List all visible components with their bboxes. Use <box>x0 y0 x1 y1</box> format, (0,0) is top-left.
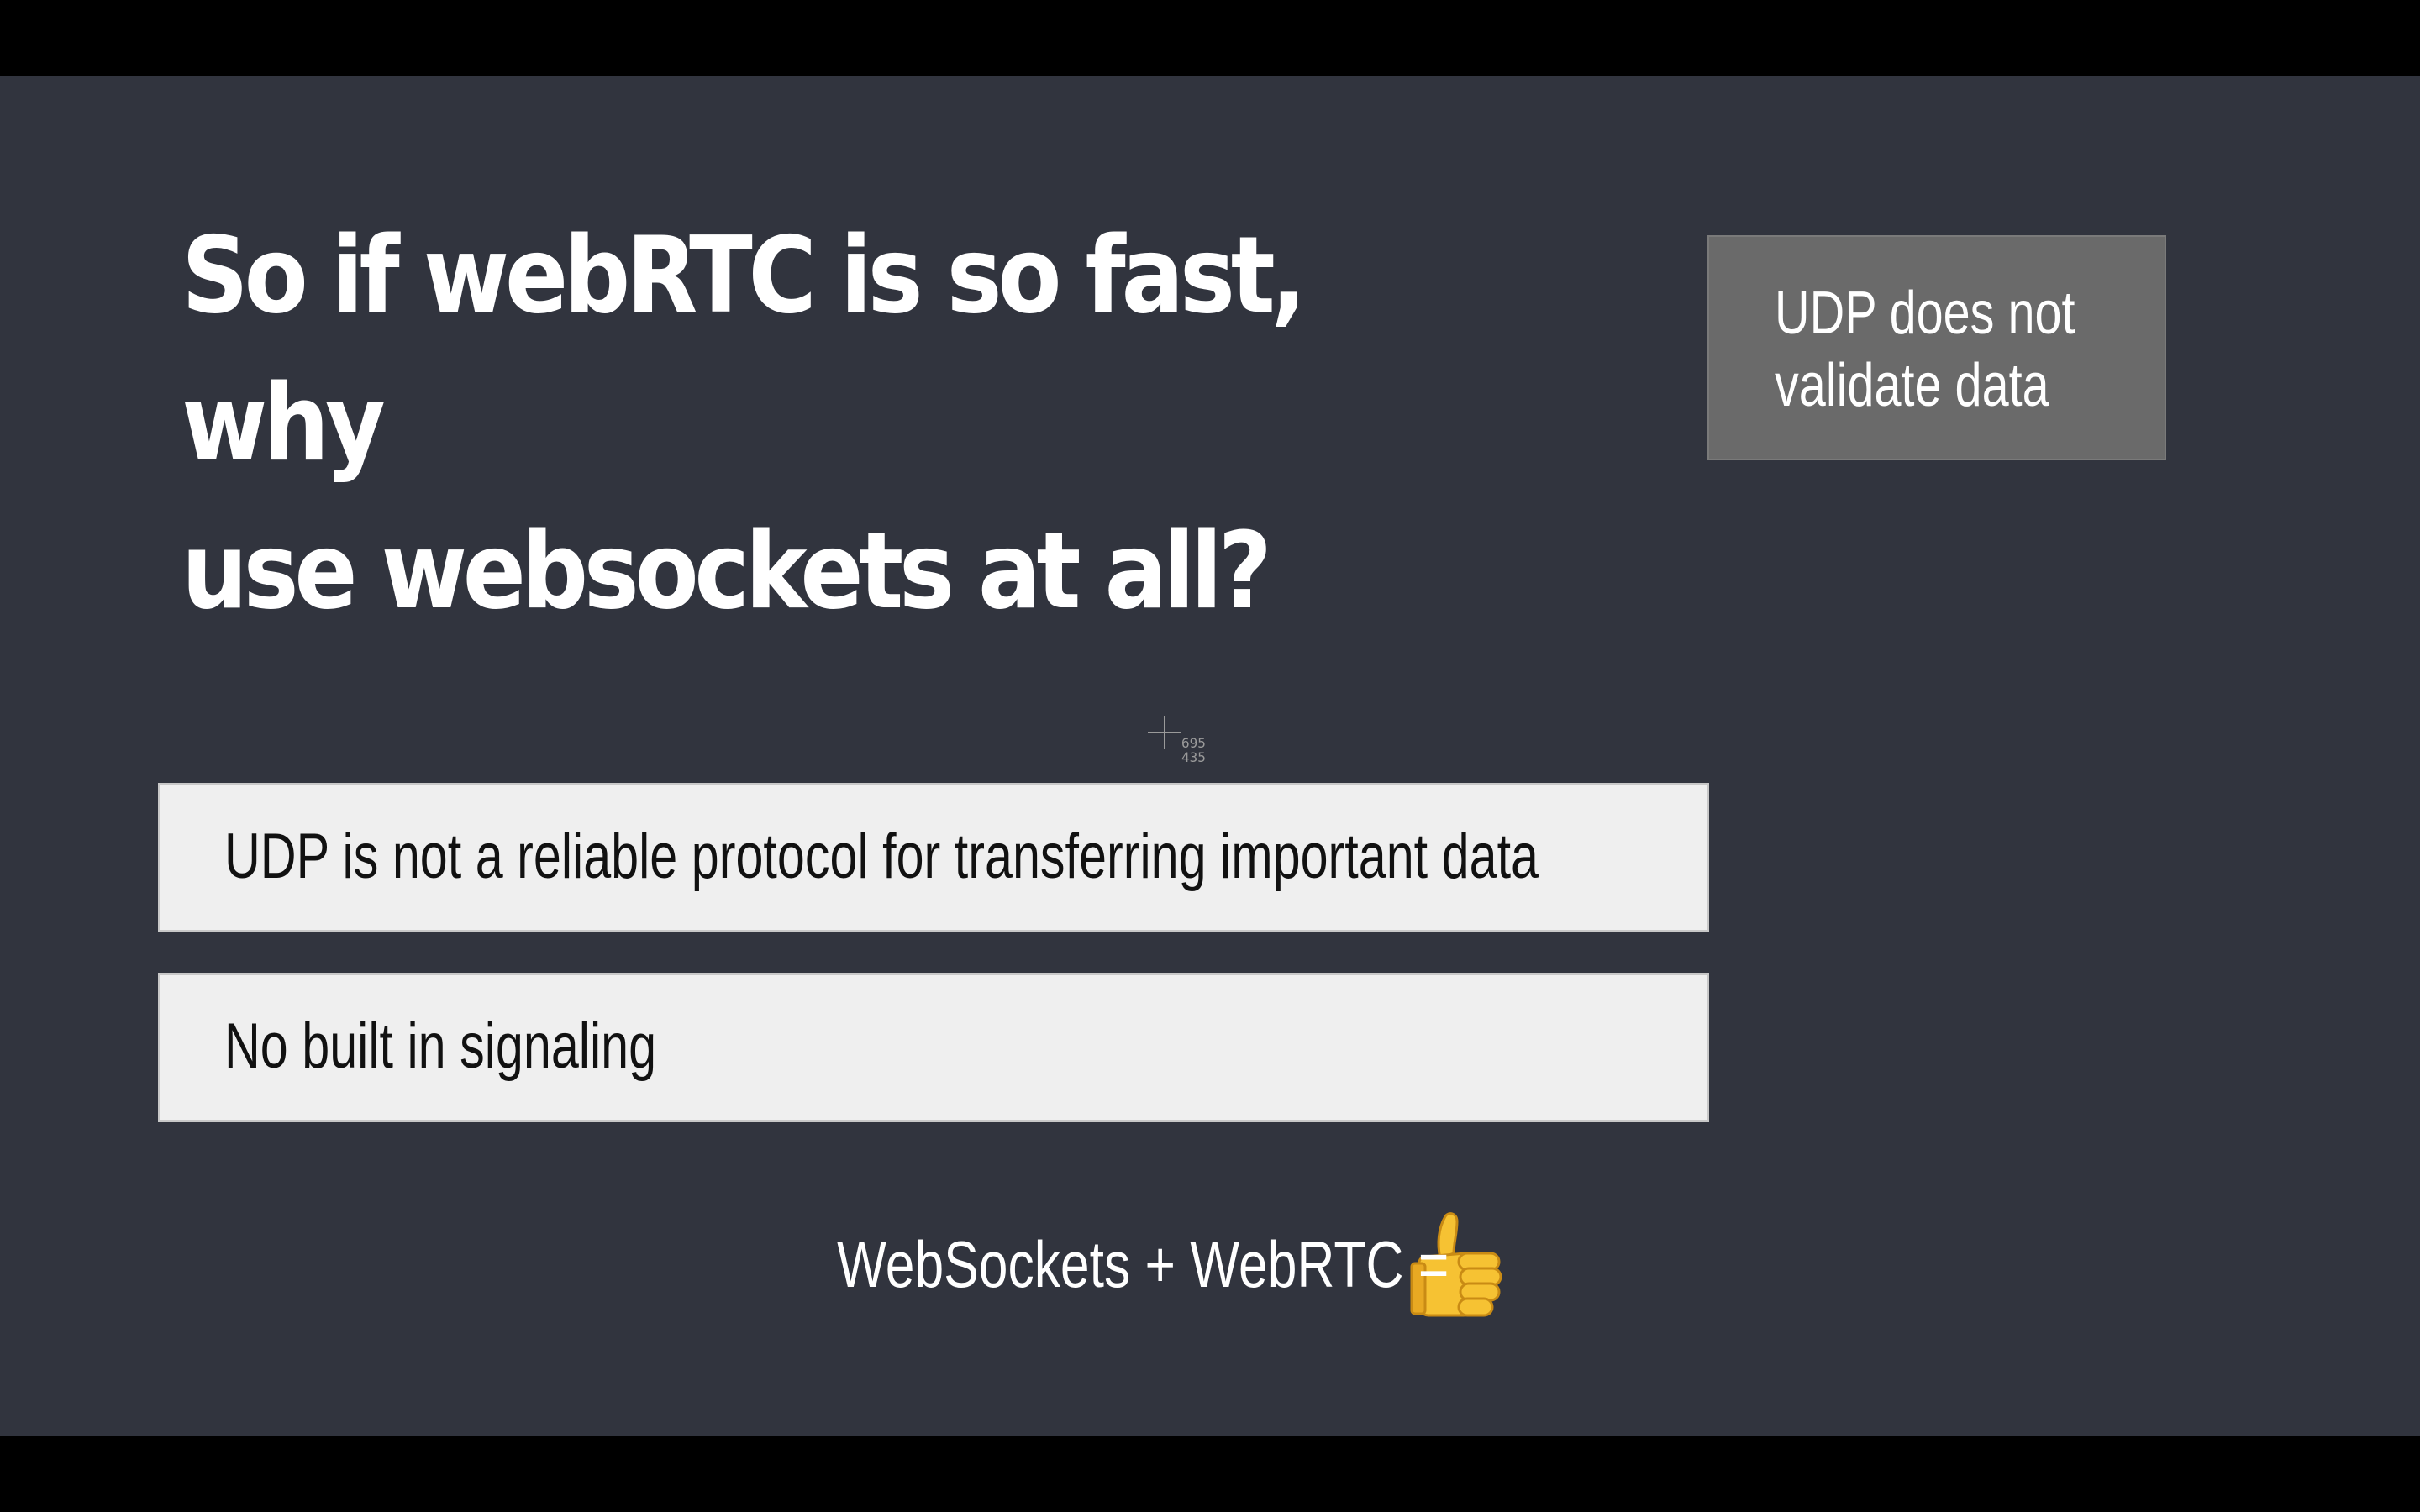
formula-row: WebSockets + WebRTC = <box>837 1201 1507 1327</box>
letterbox-bottom <box>0 1436 2420 1512</box>
slide-title-line-2: use websockets at all? <box>182 509 1272 633</box>
cursor-coordinate-readout: 695 435 <box>1181 736 1206 764</box>
letterbox-top <box>0 0 2420 76</box>
bullet-box-udp-reliability: UDP is not a reliable protocol for trans… <box>158 783 1709 932</box>
bullet-box-signaling: No built in signaling <box>158 973 1709 1122</box>
bullet-text: UDP is not a reliable protocol for trans… <box>224 821 1539 892</box>
cursor-readout-y: 435 <box>1181 749 1206 765</box>
presentation-slide: So if webRTC is so fast, why use websock… <box>0 76 2420 1436</box>
cursor-readout-x: 695 <box>1181 735 1206 751</box>
formula-text: WebSockets + WebRTC = <box>837 1227 1449 1301</box>
callout-box: UDP does not validate data <box>1707 235 2166 460</box>
callout-line-2: validate data <box>1775 352 2049 419</box>
callout-text: UDP does not validate data <box>1775 277 2084 422</box>
slide-title-line-1: So if webRTC is so fast, why <box>182 213 1307 485</box>
bullet-text: No built in signaling <box>224 1011 657 1082</box>
slide-title: So if webRTC is so fast, why use websock… <box>182 202 1402 645</box>
callout-line-1: UDP does not <box>1775 280 2075 347</box>
